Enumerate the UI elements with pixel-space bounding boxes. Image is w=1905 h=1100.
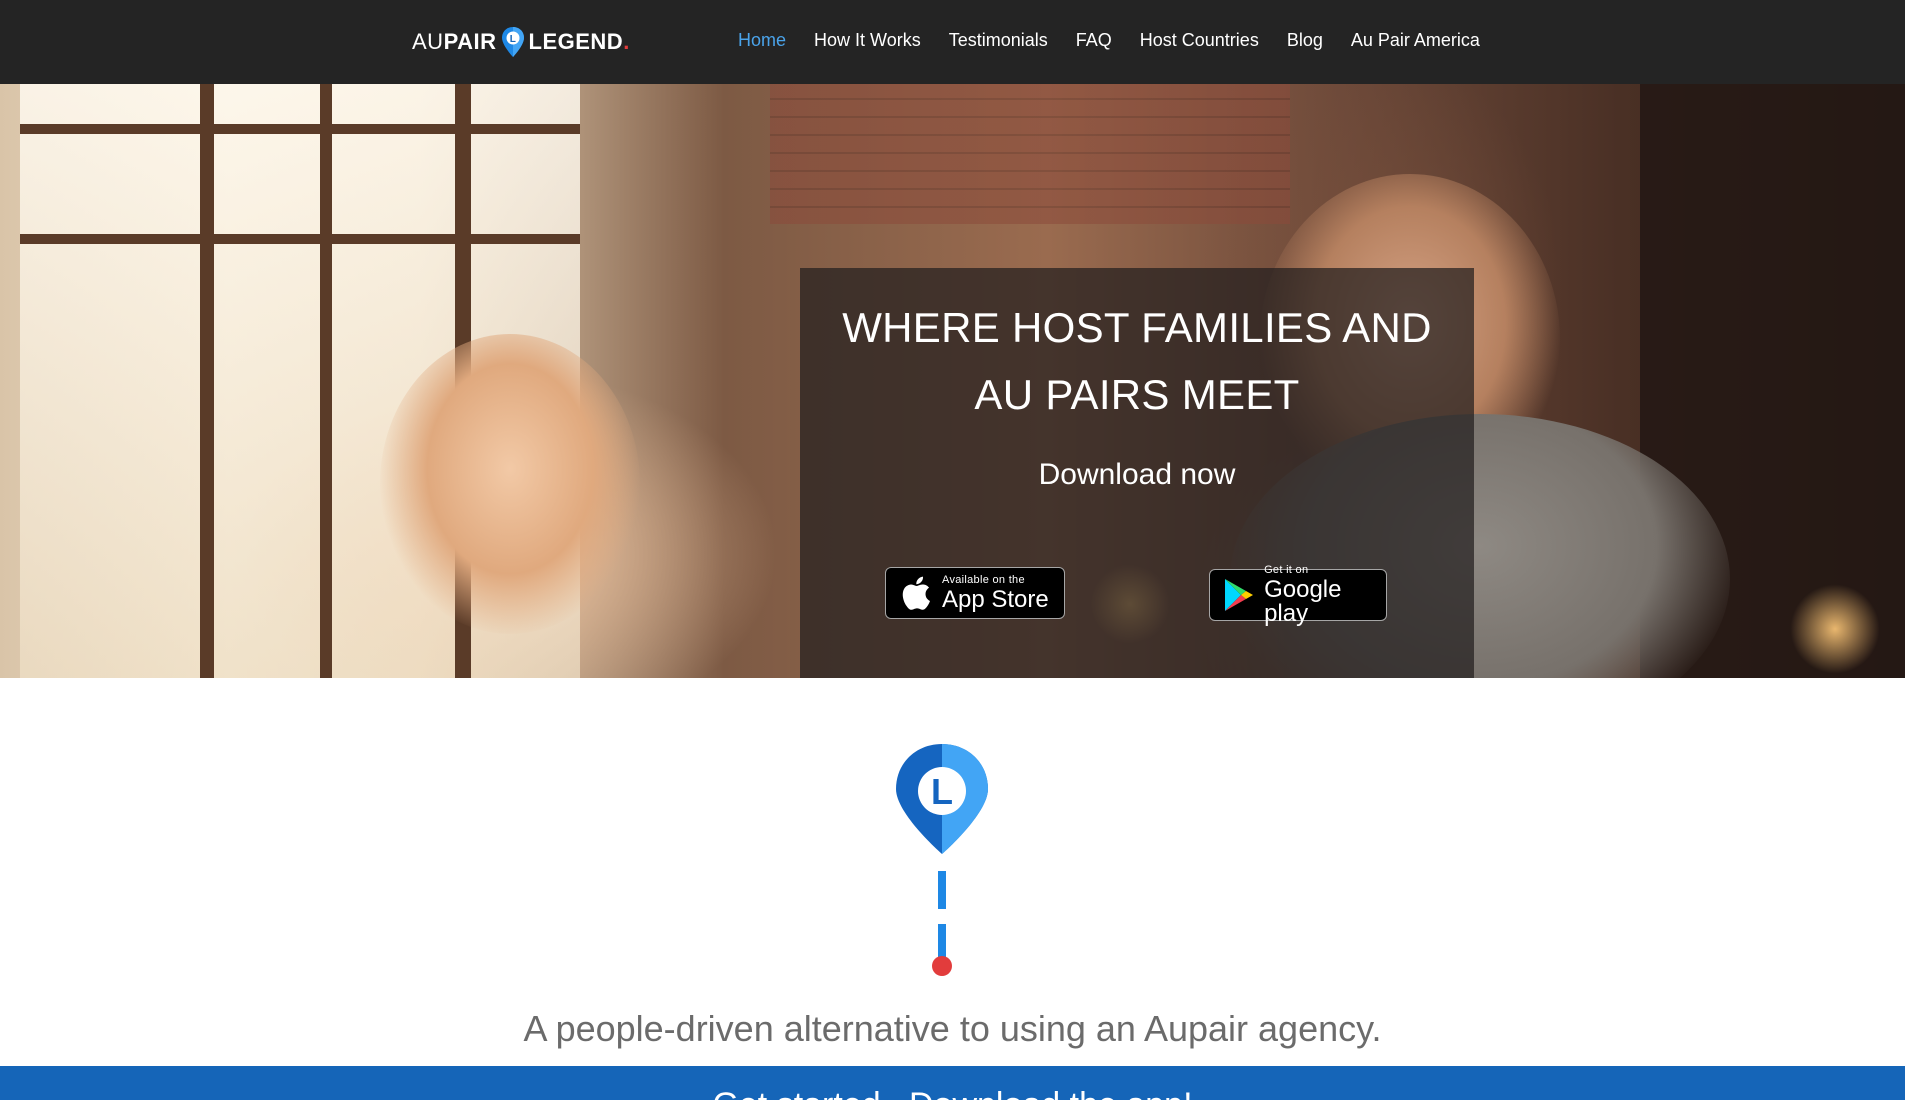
window-frame <box>200 84 214 678</box>
hero-title-line2: AU PAIRS MEET <box>974 371 1300 418</box>
brick-wall <box>770 84 1290 224</box>
window-frame <box>320 84 332 678</box>
app-store-text: Available on the App Store <box>942 573 1049 613</box>
nav-au-pair-america[interactable]: Au Pair America <box>1351 30 1480 51</box>
hero-title: WHERE HOST FAMILIES AND AU PAIRS MEET <box>800 294 1474 428</box>
nav-blog[interactable]: Blog <box>1287 30 1323 51</box>
apple-icon <box>896 573 936 613</box>
google-play-icon <box>1220 575 1258 615</box>
lamp-glow <box>1790 584 1880 674</box>
nav-how-it-works[interactable]: How It Works <box>814 30 921 51</box>
cta-band-text: Get started...Download the app! <box>0 1086 1905 1100</box>
hero-title-line1: WHERE HOST FAMILIES AND <box>842 304 1432 351</box>
logo-text-pair: PAIR <box>443 29 497 54</box>
logo-pin-letter: L <box>509 34 516 45</box>
nav-testimonials[interactable]: Testimonials <box>949 30 1048 51</box>
window-frame <box>20 234 580 244</box>
app-store-button[interactable]: Available on the App Store <box>885 567 1065 619</box>
google-play-big-label: Google play <box>1264 575 1342 627</box>
window-frame <box>20 124 580 134</box>
cta-band: Get started...Download the app! <box>0 1066 1905 1100</box>
hero-subtitle: Download now <box>1038 458 1236 491</box>
google-play-small-label: Get it on <box>1264 563 1309 576</box>
logo-text-legend: LEGEND <box>528 29 624 54</box>
app-store-small-label: Available on the <box>942 573 1025 586</box>
app-store-big-label: App Store <box>942 585 1049 613</box>
google-play-button[interactable]: Get it on Google play <box>1209 564 1387 625</box>
site-logo[interactable]: AU PAIR L LEGEND. <box>412 26 630 58</box>
pin-location-dot <box>932 956 952 976</box>
nav-faq[interactable]: FAQ <box>1076 30 1112 51</box>
tagline: A people-driven alternative to using an … <box>523 1008 1382 1049</box>
hero-panel: WHERE HOST FAMILIES AND AU PAIRS MEET Do… <box>800 268 1474 678</box>
nav-host-countries[interactable]: Host Countries <box>1140 30 1259 51</box>
location-pin-icon: L <box>501 27 524 57</box>
pin-dash-upper <box>938 871 946 909</box>
google-play-text: Get it on Google play <box>1264 563 1386 627</box>
top-navbar: AU PAIR L LEGEND. Home How It Works Testi… <box>0 0 1905 84</box>
hero-banner: WHERE HOST FAMILIES AND AU PAIRS MEET Do… <box>0 84 1905 678</box>
pin-dash-lower <box>938 924 946 958</box>
logo-dot: . <box>623 29 630 54</box>
woman-figure <box>380 334 640 634</box>
nav-home[interactable]: Home <box>738 30 786 51</box>
logo-text-au: AU <box>412 29 444 54</box>
main-nav: Home How It Works Testimonials FAQ Host … <box>738 30 1508 51</box>
pin-letter: L <box>931 771 953 812</box>
map-pin-graphic: L <box>896 744 988 976</box>
